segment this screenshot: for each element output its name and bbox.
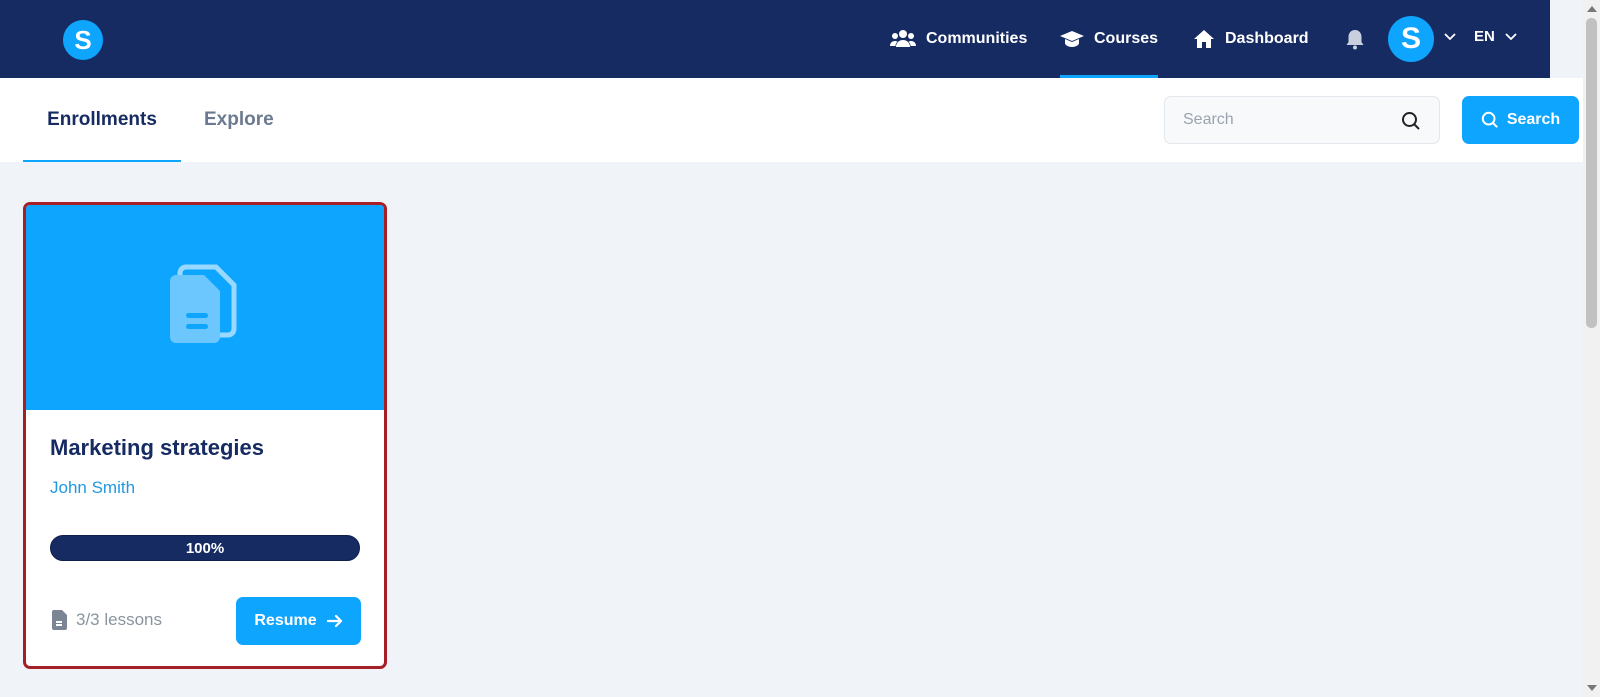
scroll-down-arrow[interactable] (1587, 685, 1597, 691)
course-progress-bar: 100% (50, 535, 360, 561)
sub-header: Enrollments Explore Search (0, 78, 1583, 162)
home-icon (1194, 30, 1214, 48)
tab-explore[interactable]: Explore (204, 78, 274, 162)
language-label: EN (1474, 28, 1495, 45)
tab-enrollments[interactable]: Enrollments (23, 78, 181, 162)
nav-dashboard[interactable]: Dashboard (1193, 0, 1309, 78)
nav-courses[interactable]: Courses (1060, 0, 1159, 78)
nav-dashboard-label: Dashboard (1225, 30, 1309, 47)
tab-enrollments-label: Enrollments (47, 109, 157, 130)
course-author[interactable]: John Smith (50, 478, 135, 498)
chevron-down-icon (1505, 32, 1517, 40)
resume-button-label: Resume (254, 612, 317, 629)
nav-courses-label: Courses (1094, 30, 1159, 47)
course-thumbnail (26, 205, 384, 410)
search-button[interactable]: Search (1462, 96, 1579, 144)
lessons-count-label: 3/3 lessons (76, 610, 162, 629)
progress-label: 100% (185, 539, 225, 557)
chevron-down-icon[interactable] (1444, 33, 1456, 41)
scroll-thumb[interactable] (1586, 18, 1597, 328)
course-title[interactable]: Marketing strategies (50, 435, 264, 461)
page-scrollbar[interactable] (1583, 0, 1600, 697)
document-icon (52, 610, 67, 630)
user-avatar[interactable]: S (1388, 16, 1434, 62)
search-input[interactable] (1183, 97, 1393, 143)
resume-button[interactable]: Resume (236, 597, 361, 645)
search-button-label: Search (1506, 111, 1561, 128)
users-icon (890, 30, 916, 47)
top-navbar: S Communities Courses Dashboard S EN (0, 0, 1550, 78)
arrow-right-icon (326, 614, 342, 628)
magnifier-icon[interactable] (1401, 111, 1421, 131)
nav-communities[interactable]: Communities (890, 0, 1027, 78)
graduation-cap-icon (1060, 31, 1084, 47)
course-card[interactable]: Marketing strategies John Smith 100% 3/3… (23, 202, 387, 669)
documents-icon (170, 264, 237, 343)
scroll-up-arrow[interactable] (1587, 6, 1597, 12)
search-box (1164, 96, 1440, 144)
bell-icon[interactable] (1344, 28, 1366, 50)
language-selector[interactable]: EN (1474, 28, 1517, 45)
nav-communities-label: Communities (926, 30, 1028, 47)
tab-explore-label: Explore (204, 109, 274, 130)
app-logo[interactable]: S (63, 20, 103, 60)
magnifier-icon (1481, 111, 1498, 128)
lessons-count: 3/3 lessons (50, 610, 162, 630)
